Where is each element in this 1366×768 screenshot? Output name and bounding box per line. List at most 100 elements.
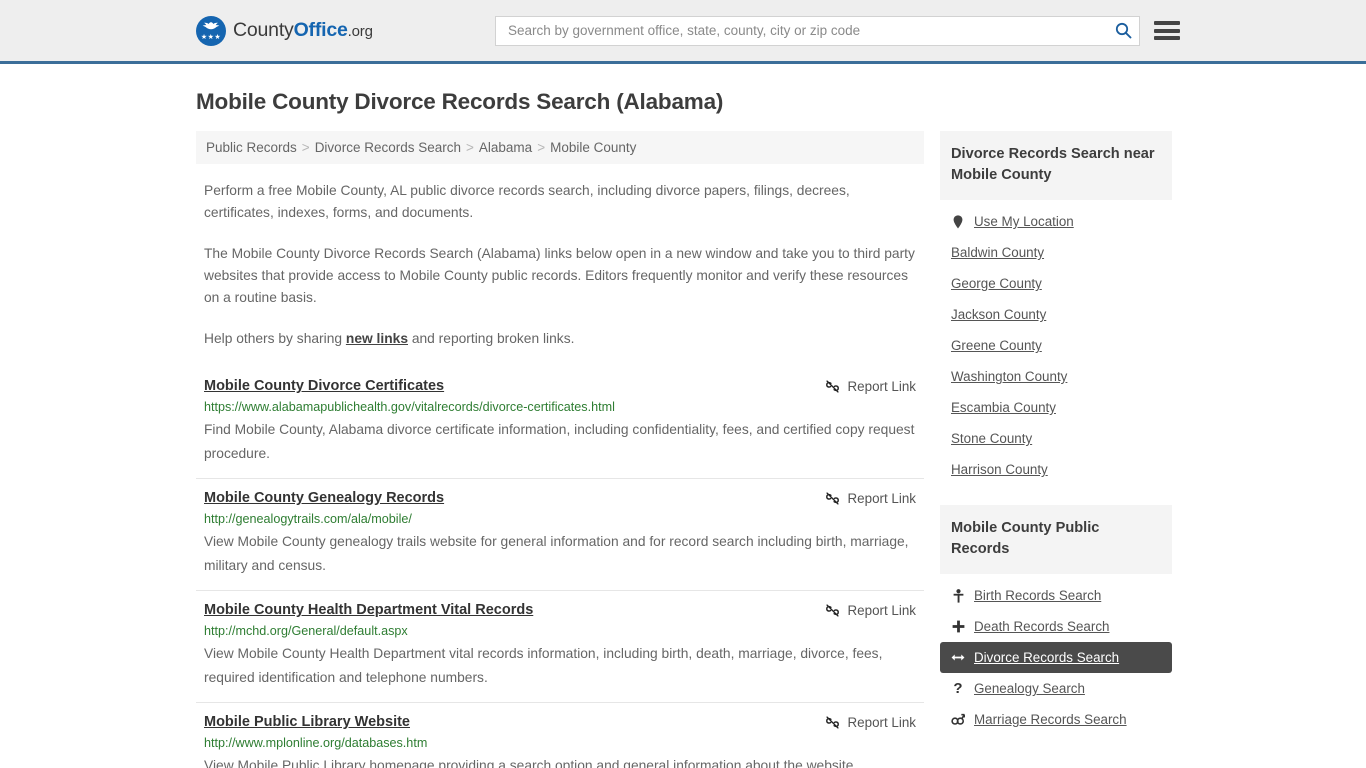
result-url: http://mchd.org/General/default.aspx [204, 624, 408, 638]
result-title-link[interactable]: Mobile County Divorce Certificates [204, 378, 444, 394]
question-mark-icon: ? [953, 680, 963, 697]
result-title-link[interactable]: Mobile County Genealogy Records [204, 490, 444, 506]
nearby-list: Use My Location Baldwin County George Co… [940, 206, 1172, 485]
county-link-george[interactable]: George County [951, 276, 1042, 291]
gender-symbols-icon [951, 713, 965, 726]
result-title-link[interactable]: Mobile Public Library Website [204, 714, 410, 730]
logo-wordmark: CountyOffice.org [233, 19, 373, 42]
result-item: Mobile County Divorce Certificates Repor… [196, 367, 924, 478]
nearby-panel-heading: Divorce Records Search near Mobile Count… [940, 131, 1172, 200]
site-logo[interactable]: ★★★ CountyOffice.org [196, 15, 373, 46]
use-my-location-link[interactable]: Use My Location [974, 214, 1074, 229]
report-link-button[interactable]: Report Link [825, 715, 916, 730]
public-records-heading: Mobile County Public Records [940, 505, 1172, 574]
hamburger-bar [1154, 21, 1180, 25]
broken-link-icon [825, 492, 839, 505]
nearby-county-item[interactable]: Greene County [940, 330, 1172, 361]
public-records-list: Birth Records Search Death Records Searc… [940, 580, 1172, 735]
report-link-label: Report Link [847, 715, 916, 730]
header-search-zone [495, 15, 1180, 46]
left-right-arrow-icon [951, 652, 965, 663]
sidebar-link-genealogy-search[interactable]: Genealogy Search [974, 681, 1085, 696]
result-url: http://www.mplonline.org/databases.htm [204, 736, 428, 750]
sidebar-item-divorce-records[interactable]: Divorce Records Search [940, 642, 1172, 673]
sidebar-item-birth-records[interactable]: Birth Records Search [940, 580, 1172, 611]
report-link-button[interactable]: Report Link [825, 603, 916, 618]
intro-paragraph-3: Help others by sharing new links and rep… [196, 328, 924, 350]
result-url: http://genealogytrails.com/ala/mobile/ [204, 512, 412, 526]
nearby-county-item[interactable]: Baldwin County [940, 237, 1172, 268]
main-column: Public Records > Divorce Records Search > Al… [196, 131, 924, 768]
result-title-link[interactable]: Mobile County Health Department Vital Re… [204, 602, 533, 618]
report-link-button[interactable]: Report Link [825, 491, 916, 506]
use-my-location-item[interactable]: Use My Location [940, 206, 1172, 237]
county-link-stone[interactable]: Stone County [951, 431, 1032, 446]
site-header: ★★★ CountyOffice.org [0, 0, 1366, 64]
county-link-harrison[interactable]: Harrison County [951, 462, 1048, 477]
sidebar-link-birth-records[interactable]: Birth Records Search [974, 588, 1101, 603]
search-icon[interactable] [1113, 21, 1133, 41]
cross-icon [951, 620, 965, 633]
county-link-jackson[interactable]: Jackson County [951, 307, 1046, 322]
nearby-county-item[interactable]: Jackson County [940, 299, 1172, 330]
breadcrumb-item-mobile-county[interactable]: Mobile County [550, 140, 636, 155]
breadcrumb-separator: > [301, 140, 310, 155]
county-link-greene[interactable]: Greene County [951, 338, 1042, 353]
breadcrumb-item-public-records[interactable]: Public Records [206, 140, 297, 155]
report-link-label: Report Link [847, 491, 916, 506]
result-header: Mobile County Genealogy Records Report L… [204, 490, 916, 506]
result-header: Mobile Public Library Website Report Lin… [204, 714, 916, 730]
sidebar-link-marriage-records[interactable]: Marriage Records Search [974, 712, 1127, 727]
results-list: Mobile County Divorce Certificates Repor… [196, 367, 924, 768]
result-item: Mobile Public Library Website Report Lin… [196, 702, 924, 768]
stars-glyph: ★★★ [200, 33, 222, 41]
page-body: Mobile County Divorce Records Search (Al… [0, 89, 1366, 768]
logo-text-org: .org [347, 23, 373, 40]
baby-icon [951, 588, 965, 603]
nearby-county-item[interactable]: Stone County [940, 423, 1172, 454]
sidebar-link-death-records[interactable]: Death Records Search [974, 619, 1109, 634]
nearby-county-item[interactable]: Escambia County [940, 392, 1172, 423]
broken-link-icon [825, 380, 839, 393]
nearby-county-item[interactable]: Washington County [940, 361, 1172, 392]
search-input[interactable] [506, 22, 1113, 39]
sidebar: Divorce Records Search near Mobile Count… [940, 131, 1172, 768]
share-text-before: Help others by sharing [204, 331, 346, 346]
broken-link-icon [825, 604, 839, 617]
sidebar-item-genealogy-search[interactable]: ? Genealogy Search [940, 673, 1172, 704]
search-box[interactable] [495, 15, 1140, 46]
page-title: Mobile County Divorce Records Search (Al… [196, 89, 724, 114]
nearby-county-item[interactable]: George County [940, 268, 1172, 299]
report-link-button[interactable]: Report Link [825, 379, 916, 394]
nearby-county-item[interactable]: Harrison County [940, 454, 1172, 485]
content-layout: Public Records > Divorce Records Search > Al… [196, 131, 1366, 768]
sidebar-item-death-records[interactable]: Death Records Search [940, 611, 1172, 642]
county-link-washington[interactable]: Washington County [951, 369, 1067, 384]
report-link-label: Report Link [847, 379, 916, 394]
result-url: https://www.alabamapublichealth.gov/vita… [204, 400, 615, 414]
sidebar-item-marriage-records[interactable]: Marriage Records Search [940, 704, 1172, 735]
breadcrumb-separator: > [537, 140, 546, 155]
result-description: View Mobile County Health Department vit… [204, 646, 883, 685]
hamburger-bar [1154, 28, 1180, 33]
result-item: Mobile County Genealogy Records Report L… [196, 478, 924, 590]
county-link-escambia[interactable]: Escambia County [951, 400, 1056, 415]
breadcrumb-separator: > [466, 140, 474, 155]
new-links-link[interactable]: new links [346, 331, 408, 346]
eagle-icon [202, 21, 220, 29]
result-description: View Mobile County genealogy trails webs… [204, 534, 909, 573]
intro-paragraph-1: Perform a free Mobile County, AL public … [204, 183, 850, 220]
result-header: Mobile County Health Department Vital Re… [204, 602, 916, 618]
breadcrumb-item-divorce-records-search[interactable]: Divorce Records Search [315, 140, 461, 155]
logo-text-county: County [233, 19, 294, 41]
hamburger-bar [1154, 36, 1180, 40]
nearby-panel: Divorce Records Search near Mobile Count… [940, 131, 1172, 485]
breadcrumb: Public Records > Divorce Records Search > Al… [196, 131, 924, 164]
breadcrumb-item-alabama[interactable]: Alabama [479, 140, 532, 155]
hamburger-menu-icon[interactable] [1154, 21, 1180, 40]
map-pin-icon [951, 214, 965, 229]
sidebar-link-divorce-records[interactable]: Divorce Records Search [974, 650, 1119, 665]
intro-paragraph-2: The Mobile County Divorce Records Search… [204, 246, 915, 305]
county-link-baldwin[interactable]: Baldwin County [951, 245, 1044, 260]
result-description: View Mobile Public Library homepage prov… [204, 758, 858, 768]
